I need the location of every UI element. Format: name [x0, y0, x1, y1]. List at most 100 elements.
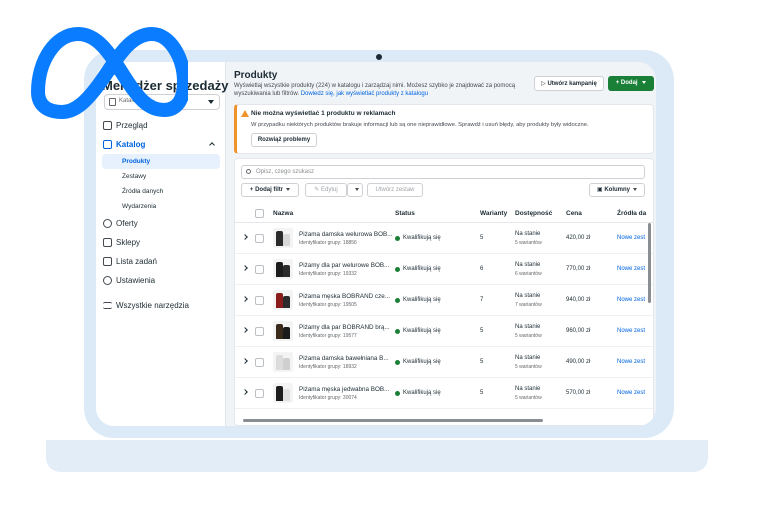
data-source-link[interactable]: Nowe zest	[617, 266, 645, 272]
status-text: Kwalifikują się	[403, 390, 441, 396]
status-dot-icon	[395, 391, 400, 396]
columns-label: Kolumny	[604, 187, 630, 193]
variants-count: 7	[480, 297, 484, 303]
availability-variants: 5 wariantów	[515, 364, 542, 370]
learn-more-link[interactable]: Dowiedz się, jak wyświetlać produkty z k…	[301, 91, 428, 97]
edit-menu-button[interactable]	[347, 183, 363, 197]
table-row[interactable]: Piżama damska bawełniana B... Identyfika…	[235, 347, 653, 378]
product-name[interactable]: Piżamy dla par welurowe BOB...	[299, 262, 389, 269]
price: 570,00 zł	[566, 390, 591, 396]
sidebar-item-settings[interactable]: Ustawienia	[96, 271, 226, 290]
chevron-down-icon	[208, 100, 214, 104]
sidebar-subitem-products[interactable]: Produkty	[102, 154, 220, 169]
search-icon	[246, 169, 251, 174]
sidebar-subitem-data-sources[interactable]: Źródła danych	[102, 184, 220, 199]
resolve-issues-button[interactable]: Rozwiąż problemy	[251, 133, 317, 147]
product-thumbnail	[273, 352, 293, 372]
chevron-up-icon	[209, 142, 215, 148]
table-row[interactable]: Piżamy dla par BOBRAND brą... Identyfika…	[235, 316, 653, 347]
product-name[interactable]: Piżama damska bawełniana B...	[299, 355, 389, 362]
row-checkbox[interactable]	[255, 265, 264, 274]
row-checkbox[interactable]	[255, 234, 264, 243]
data-source-link[interactable]: Nowe zest	[617, 235, 645, 241]
availability-variants: 5 wariantów	[515, 333, 542, 339]
columns-button[interactable]: ▣ Kolumny	[589, 183, 645, 197]
product-thumbnail	[273, 290, 293, 310]
row-checkbox[interactable]	[255, 327, 264, 336]
chevron-right-icon[interactable]	[242, 234, 248, 240]
row-checkbox[interactable]	[255, 358, 264, 367]
row-checkbox[interactable]	[255, 296, 264, 305]
product-name[interactable]: Piżamy dla par BOBRAND brą...	[299, 324, 390, 331]
status-dot-icon	[395, 267, 400, 272]
row-checkbox[interactable]	[255, 389, 264, 398]
product-image	[276, 355, 283, 370]
edit-button[interactable]: ✎ Edytuj	[305, 183, 347, 197]
create-set-button[interactable]: Utwórz zestaw	[367, 183, 423, 197]
product-group-id: Identyfikator grupy: 18932	[299, 364, 357, 370]
product-name[interactable]: Piżama damska welurowa BOB...	[299, 231, 392, 238]
meta-logo-icon	[31, 27, 188, 119]
warning-banner: Nie można wyświetlać 1 produktu w reklam…	[234, 104, 654, 154]
chevron-right-icon[interactable]	[242, 296, 248, 302]
status-badge: Kwalifikują się	[395, 328, 441, 334]
product-group-id: Identyfikator grupy: 18856	[299, 240, 357, 246]
table-row[interactable]: Piżamy dla par welurowe BOB... Identyfik…	[235, 254, 653, 285]
chevron-down-icon	[642, 80, 647, 84]
chevron-right-icon[interactable]	[242, 389, 248, 395]
page-title: Produkty	[234, 70, 278, 81]
product-thumbnail	[273, 228, 293, 248]
availability-variants: 5 wariantów	[515, 395, 542, 401]
menu-icon	[103, 302, 112, 309]
sidebar-item-catalog[interactable]: Katalog	[96, 135, 226, 154]
status-badge: Kwalifikują się	[395, 266, 441, 272]
chevron-down-icon	[633, 187, 637, 191]
variants-count: 5	[480, 390, 484, 396]
plus-icon: +	[615, 80, 620, 86]
sidebar-item-all-tools[interactable]: Wszystkie narzędzia	[96, 296, 226, 315]
data-source-link[interactable]: Nowe zest	[617, 328, 645, 334]
status-text: Kwalifikują się	[403, 266, 441, 272]
column-header-name[interactable]: Nazwa	[273, 210, 293, 217]
select-all-checkbox[interactable]	[255, 209, 264, 218]
product-image	[276, 231, 283, 246]
column-header-sources[interactable]: Źródła da	[617, 210, 646, 217]
status-dot-icon	[395, 360, 400, 365]
status-badge: Kwalifikują się	[395, 297, 441, 303]
chevron-right-icon[interactable]	[242, 265, 248, 271]
column-header-status[interactable]: Status	[395, 210, 415, 217]
table-row[interactable]: Piżama damska welurowa BOB... Identyfika…	[235, 223, 653, 254]
sidebar-subitem-events[interactable]: Wydarzenia	[102, 199, 220, 214]
table-row[interactable]: Piżama męska BOBRAND cze... Identyfikato…	[235, 285, 653, 316]
grid-icon	[103, 140, 112, 149]
sidebar-item-label: Ustawienia	[116, 276, 156, 285]
table-header: Nazwa Status Warianty Dostępność Cena Źr…	[235, 205, 653, 223]
add-filter-button[interactable]: + Dodaj filtr	[241, 183, 299, 197]
sidebar-item-label: Sklepy	[116, 238, 141, 247]
create-campaign-button[interactable]: ▷ Utwórz kampanię	[534, 76, 604, 91]
chevron-right-icon[interactable]	[242, 358, 248, 364]
column-header-variants[interactable]: Warianty	[480, 210, 507, 217]
chevron-right-icon[interactable]	[242, 327, 248, 333]
table-row[interactable]: Piżama męska jedwabna BOB... Identyfikat…	[235, 378, 653, 409]
status-badge: Kwalifikują się	[395, 235, 441, 241]
product-name[interactable]: Piżama męska BOBRAND cze...	[299, 293, 390, 300]
status-text: Kwalifikują się	[403, 328, 441, 334]
column-header-price[interactable]: Cena	[566, 210, 582, 217]
vertical-scrollbar[interactable]	[648, 223, 651, 303]
data-source-link[interactable]: Nowe zest	[617, 390, 645, 396]
product-name[interactable]: Piżama męska jedwabna BOB...	[299, 386, 389, 393]
sidebar-item-shops[interactable]: Sklepy	[96, 233, 226, 252]
sidebar-item-offers[interactable]: Oferty	[96, 214, 226, 233]
horizontal-scrollbar[interactable]	[243, 419, 543, 422]
search-input[interactable]: Opisz, czego szukasz	[241, 165, 645, 179]
column-header-availability[interactable]: Dostępność	[515, 210, 552, 217]
add-button[interactable]: + Dodaj	[608, 76, 654, 91]
product-image	[283, 296, 290, 308]
data-source-link[interactable]: Nowe zest	[617, 359, 645, 365]
sidebar-subitem-sets[interactable]: Zestawy	[102, 169, 220, 184]
data-source-link[interactable]: Nowe zest	[617, 297, 645, 303]
sidebar-item-tasks[interactable]: Lista zadań	[96, 252, 226, 271]
sidebar-item-label: Oferty	[116, 219, 138, 228]
price: 490,00 zł	[566, 359, 591, 365]
